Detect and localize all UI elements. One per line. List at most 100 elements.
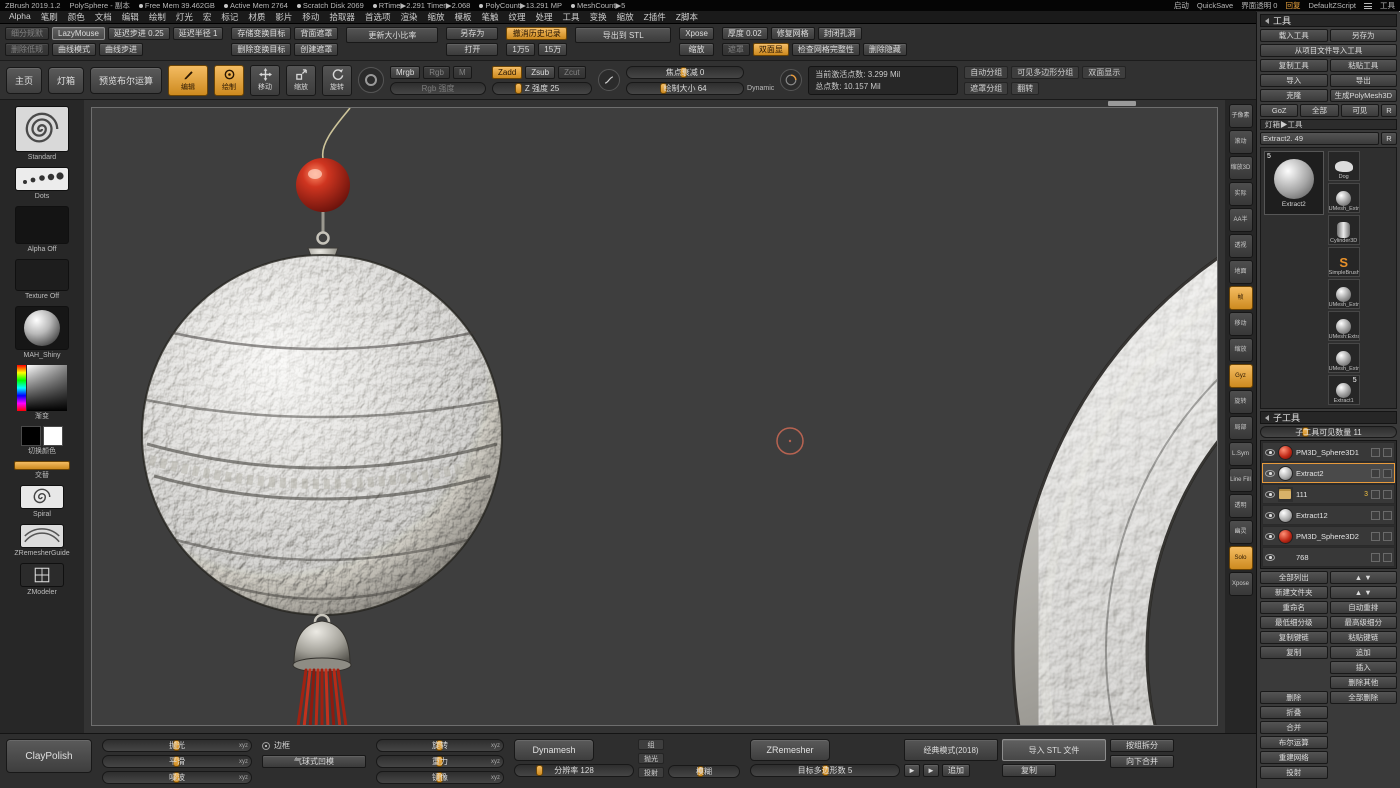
dynamic-label[interactable]: Dynamic	[747, 85, 774, 92]
visibility-eye-icon[interactable]	[1265, 449, 1275, 456]
strip-toggle-button[interactable]: 子像素	[1229, 104, 1253, 128]
points-gauge-icon[interactable]	[780, 69, 802, 91]
toolbar-button[interactable]: 曲线步进	[99, 43, 143, 56]
update-size-ratio-button[interactable]: 更新大小比率	[346, 27, 438, 43]
subtool-button-left[interactable]: 投射	[1260, 766, 1328, 779]
deform-slider[interactable]: 旋转 xyz	[376, 739, 504, 752]
strip-toggle-button[interactable]: 帧	[1229, 286, 1253, 310]
rgb-button[interactable]: Rgb	[423, 66, 450, 79]
tool-thumbnail[interactable]: UMesh_Extract5	[1328, 343, 1360, 373]
subtool-row[interactable]: Extract12	[1262, 505, 1395, 525]
draw-mode-button[interactable]: 绘制	[214, 65, 244, 96]
save-as-tool-button[interactable]: 另存为	[1330, 29, 1398, 42]
restore-button[interactable]: 回复	[1285, 0, 1300, 11]
subtool-button-right[interactable]: 粘贴键链	[1330, 631, 1398, 644]
balloon-button[interactable]: 气球式凹模	[262, 755, 366, 768]
subtool-button-right[interactable]: 自动重排	[1330, 601, 1398, 614]
paint-icon[interactable]	[1371, 553, 1380, 562]
deform-slider[interactable]: 镜像 xyz	[376, 771, 504, 784]
toolbar-button[interactable]: 删除隐藏	[863, 43, 907, 56]
toolbar-button[interactable]: 厚度 0.02	[722, 27, 768, 40]
subtool-button-right[interactable]: ▲ ▼	[1330, 571, 1398, 584]
saturation-square[interactable]	[27, 365, 67, 411]
current-material-thumbnail[interactable]	[15, 306, 69, 350]
active-tool-slot[interactable]: Extract2. 49	[1260, 132, 1379, 145]
rotate-mode-button[interactable]: 旋转	[322, 65, 352, 96]
zsub-button[interactable]: Zsub	[525, 66, 555, 79]
split-groups-button[interactable]: 按组拆分	[1110, 739, 1174, 752]
menu-item[interactable]: 宏	[198, 11, 217, 23]
tool-thumbnail[interactable]: UMesh_Extract2	[1328, 183, 1360, 213]
subtool-button-left[interactable]: 复制键链	[1260, 631, 1328, 644]
deform-slider[interactable]: 噪波 xyz	[102, 771, 252, 784]
subtool-button-right[interactable]: 删除其他	[1330, 676, 1398, 689]
menu-item[interactable]: 模板	[449, 11, 476, 23]
z-intensity-slider[interactable]: Z 强度 25	[492, 82, 592, 95]
target-polycount-slider[interactable]: 目标多边形数 5	[750, 764, 900, 777]
preview-boolean-button[interactable]: 预览布尔运算	[90, 67, 162, 94]
visibility-eye-icon[interactable]	[1265, 470, 1275, 477]
subtool-row[interactable]: 768	[1262, 547, 1395, 567]
menu-item[interactable]: Z插件	[639, 11, 671, 23]
strip-toggle-button[interactable]: AA半	[1229, 208, 1253, 232]
strip-toggle-button[interactable]: 局部	[1229, 416, 1253, 440]
subtool-visible-count-slider[interactable]: 子工具可见数量 11	[1260, 426, 1397, 438]
viewport-3d[interactable]	[92, 108, 1217, 725]
rgb-intensity-slider[interactable]: Rgb 强度	[390, 82, 486, 95]
strip-toggle-button[interactable]: Solo	[1229, 546, 1253, 570]
menu-item[interactable]: 笔刷	[36, 11, 63, 23]
deform-slider[interactable]: 重力 xyz	[376, 755, 504, 768]
tool-menu-label[interactable]: 工具	[1380, 0, 1395, 11]
strip-toggle-button[interactable]: Gyz	[1229, 364, 1253, 388]
toolbar-button[interactable]: 细分规默	[5, 27, 49, 40]
group-button[interactable]: 双面显示	[1082, 66, 1126, 79]
menu-item[interactable]: 绘制	[144, 11, 171, 23]
brush-preview-icon[interactable]	[358, 67, 384, 93]
menu-item[interactable]: 移动	[297, 11, 324, 23]
deform-slider[interactable]: 平滑 xyz	[102, 755, 252, 768]
tool-thumbnail[interactable]: 5 Extract1	[1328, 375, 1360, 405]
toolbar-button[interactable]: 封闭孔洞	[818, 27, 862, 40]
dynamesh-blur-slider[interactable]: 模糊	[668, 765, 740, 778]
current-alpha-thumbnail[interactable]	[15, 206, 69, 244]
subtool-button-right[interactable]: 插入	[1330, 661, 1398, 674]
claypolish-button[interactable]: ClayPolish	[6, 739, 92, 773]
zremesherguide-thumbnail[interactable]	[20, 524, 64, 548]
lightbox-button[interactable]: 灯箱	[48, 67, 84, 94]
color-picker[interactable]	[17, 365, 67, 411]
strip-toggle-button[interactable]: 透视	[1229, 234, 1253, 258]
current-brush-thumbnail[interactable]	[15, 106, 69, 152]
goz-all-button[interactable]: 全部	[1300, 104, 1338, 117]
toolbar-button[interactable]: 延迟步进 0.25	[108, 27, 170, 40]
launch-button[interactable]: 启动	[1174, 0, 1189, 11]
paint-icon[interactable]	[1371, 490, 1380, 499]
tool-thumbnail[interactable]: UMesh_Extract3	[1328, 279, 1360, 309]
strip-toggle-button[interactable]: 缩放	[1229, 338, 1253, 362]
subtool-button-left[interactable]: 全部列出	[1260, 571, 1328, 584]
menu-item[interactable]: Alpha	[4, 11, 36, 23]
zscript-label[interactable]: DefaultZScript	[1308, 1, 1356, 10]
subtool-row[interactable]: 111 3	[1262, 484, 1395, 504]
subtool-button-left[interactable]: 新建文件夹	[1260, 586, 1328, 599]
dynamesh-project-toggle[interactable]: 投射	[638, 767, 664, 778]
document-canvas[interactable]	[84, 100, 1225, 733]
subtool-button-left[interactable]: 最低细分级	[1260, 616, 1328, 629]
menu-item[interactable]: 文档	[90, 11, 117, 23]
subtool-button-left[interactable]: 合并	[1260, 721, 1328, 734]
subtool-button-right[interactable]: 追加	[1330, 646, 1398, 659]
duplicate-button[interactable]: 复制	[1002, 764, 1056, 777]
export-stl-button[interactable]: 导出到 STL	[575, 27, 671, 43]
subtool-row[interactable]: Extract2	[1262, 463, 1395, 483]
deform-slider[interactable]: 抛光 xyz	[102, 739, 252, 752]
toolbar-button[interactable]: 创建遮罩	[294, 43, 338, 56]
group-button[interactable]: 自动分组	[964, 66, 1008, 79]
visibility-eye-icon[interactable]	[1265, 512, 1275, 519]
menu-item[interactable]: 编辑	[117, 11, 144, 23]
main-color-swatch[interactable]	[21, 426, 41, 446]
subtool-button-left[interactable]: 复制	[1260, 646, 1328, 659]
dynamesh-resolution-slider[interactable]: 分辨率 128	[514, 764, 634, 777]
undo-count-a[interactable]: 1万5	[506, 43, 535, 56]
current-stroke-thumbnail[interactable]	[15, 167, 69, 191]
toolbar-button[interactable]: 修复网格	[771, 27, 815, 40]
subtool-button-left[interactable]: 重建网络	[1260, 751, 1328, 764]
